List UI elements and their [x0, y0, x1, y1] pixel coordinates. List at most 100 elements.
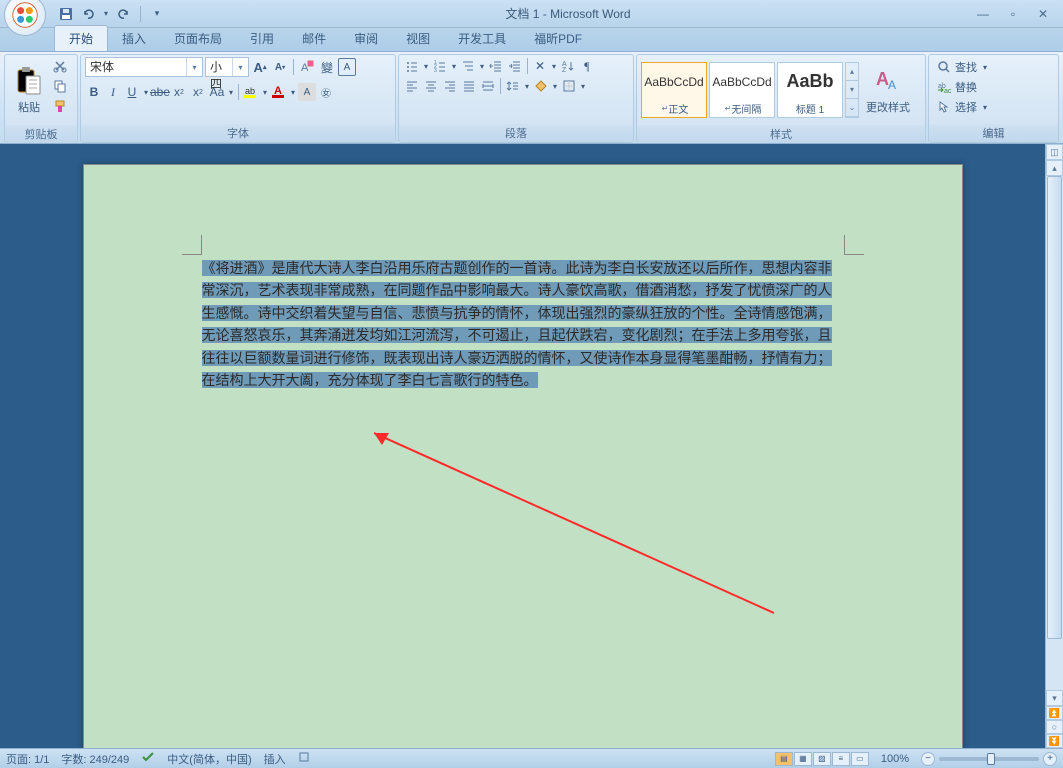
justify-icon[interactable]: [460, 77, 478, 95]
spacing-dropdown-icon[interactable]: ▾: [523, 77, 531, 95]
multilevel-list-icon[interactable]: [459, 57, 477, 75]
asian-dropdown-icon[interactable]: ▾: [550, 57, 558, 75]
underline-dropdown-icon[interactable]: ▾: [142, 83, 150, 101]
tab-mailings[interactable]: 邮件: [288, 26, 340, 51]
page-indicator[interactable]: 页面: 1/1: [6, 751, 49, 767]
increase-indent-icon[interactable]: [506, 57, 524, 75]
document-viewport[interactable]: 《将进酒》是唐代大诗人李白沿用乐府古题创作的一首诗。此诗为李白长安放还以后所作，…: [0, 144, 1045, 748]
character-border-icon[interactable]: A: [338, 58, 356, 76]
align-center-icon[interactable]: [422, 77, 440, 95]
highlight-dropdown-icon[interactable]: ▾: [261, 83, 269, 101]
character-shading-icon[interactable]: A: [298, 83, 316, 101]
gallery-expand-icon[interactable]: ⌄: [846, 99, 858, 117]
find-button[interactable]: 查找 ▾: [933, 57, 1054, 77]
multilevel-dropdown-icon[interactable]: ▾: [478, 57, 486, 75]
next-page-icon[interactable]: ⏬: [1046, 734, 1063, 748]
tab-pagelayout[interactable]: 页面布局: [160, 26, 236, 51]
highlight-icon[interactable]: ab: [242, 83, 260, 101]
outline-view-icon[interactable]: ≡: [832, 752, 850, 766]
save-icon[interactable]: [58, 6, 74, 22]
zoom-out-icon[interactable]: −: [921, 752, 935, 766]
grow-font-icon[interactable]: A▴: [251, 58, 269, 76]
font-color-icon[interactable]: A: [270, 83, 288, 101]
scroll-up-icon[interactable]: ▴: [1046, 160, 1063, 176]
close-button[interactable]: ✕: [1031, 5, 1055, 23]
ruler-toggle-icon[interactable]: ◫: [1046, 144, 1063, 160]
replace-button[interactable]: abac 替换: [933, 77, 1054, 97]
superscript-icon[interactable]: x2: [189, 83, 207, 101]
align-right-icon[interactable]: [441, 77, 459, 95]
tab-review[interactable]: 审阅: [340, 26, 392, 51]
macro-indicator-icon[interactable]: [298, 751, 310, 766]
distribute-icon[interactable]: [479, 77, 497, 95]
style-item-normal[interactable]: AaBbCcDd ↵正文: [641, 62, 707, 118]
proofing-icon[interactable]: [141, 750, 155, 767]
bold-icon[interactable]: B: [85, 83, 103, 101]
align-left-icon[interactable]: [403, 77, 421, 95]
copy-icon[interactable]: [51, 77, 69, 95]
style-item-nospacing[interactable]: AaBbCcDd ↵无间隔: [709, 62, 775, 118]
font-name-combo[interactable]: 宋体▾: [85, 57, 203, 77]
minimize-button[interactable]: —: [971, 5, 995, 23]
word-count[interactable]: 字数: 249/249: [61, 751, 129, 767]
tab-foxitpdf[interactable]: 福昕PDF: [520, 26, 596, 51]
zoom-level[interactable]: 100%: [881, 753, 909, 765]
tab-insert[interactable]: 插入: [108, 26, 160, 51]
borders-dropdown-icon[interactable]: ▾: [579, 77, 587, 95]
scroll-down-icon[interactable]: ▾: [1046, 690, 1063, 706]
maximize-button[interactable]: ▫: [1001, 5, 1025, 23]
line-spacing-icon[interactable]: [504, 77, 522, 95]
fullscreen-reading-view-icon[interactable]: ▦: [794, 752, 812, 766]
tab-home[interactable]: 开始: [54, 25, 108, 51]
tab-references[interactable]: 引用: [236, 26, 288, 51]
numbering-icon[interactable]: 123: [431, 57, 449, 75]
shading-dropdown-icon[interactable]: ▾: [551, 77, 559, 95]
italic-icon[interactable]: I: [104, 83, 122, 101]
document-content[interactable]: 《将进酒》是唐代大诗人李白沿用乐府古题创作的一首诗。此诗为李白长安放还以后所作，…: [202, 257, 844, 391]
scrollbar-thumb[interactable]: [1047, 176, 1062, 639]
web-layout-view-icon[interactable]: ▨: [813, 752, 831, 766]
insert-mode[interactable]: 插入: [264, 751, 286, 767]
scrollbar-track[interactable]: [1046, 176, 1063, 690]
undo-icon[interactable]: [80, 6, 96, 22]
format-painter-icon[interactable]: [51, 97, 69, 115]
redo-icon[interactable]: [116, 6, 132, 22]
undo-dropdown-icon[interactable]: ▾: [102, 6, 110, 22]
enclose-characters-icon[interactable]: ㊛: [317, 83, 335, 101]
language-indicator[interactable]: 中文(简体，中国): [167, 751, 251, 767]
clear-formatting-icon[interactable]: A: [298, 58, 316, 76]
color-dropdown-icon[interactable]: ▾: [289, 83, 297, 101]
decrease-indent-icon[interactable]: [487, 57, 505, 75]
asian-layout-icon[interactable]: ✕: [531, 57, 549, 75]
draft-view-icon[interactable]: ▭: [851, 752, 869, 766]
case-dropdown-icon[interactable]: ▾: [227, 83, 235, 101]
shrink-font-icon[interactable]: A▾: [271, 58, 289, 76]
tab-view[interactable]: 视图: [392, 26, 444, 51]
prev-page-icon[interactable]: ⏫: [1046, 706, 1063, 720]
zoom-in-icon[interactable]: +: [1043, 752, 1057, 766]
scroll-down-icon[interactable]: ▾: [846, 81, 858, 99]
phonetic-guide-icon[interactable]: 變: [318, 58, 336, 76]
change-styles-button[interactable]: AA 更改样式: [861, 57, 915, 123]
shading-icon[interactable]: [532, 77, 550, 95]
scroll-up-icon[interactable]: ▴: [846, 63, 858, 81]
select-button[interactable]: 选择 ▾: [933, 97, 1054, 117]
underline-icon[interactable]: U: [123, 83, 141, 101]
bullets-dropdown-icon[interactable]: ▾: [422, 57, 430, 75]
print-layout-view-icon[interactable]: ▤: [775, 752, 793, 766]
numbering-dropdown-icon[interactable]: ▾: [450, 57, 458, 75]
show-marks-icon[interactable]: ¶: [578, 57, 596, 75]
zoom-slider[interactable]: [939, 757, 1039, 761]
style-item-heading1[interactable]: AaBb 标题 1: [777, 62, 843, 118]
sort-icon[interactable]: AZ: [559, 57, 577, 75]
strikethrough-icon[interactable]: abe: [151, 83, 169, 101]
font-size-combo[interactable]: 小四▾: [205, 57, 249, 77]
qat-customize-icon[interactable]: ▾: [149, 6, 165, 22]
browse-object-icon[interactable]: ○: [1046, 720, 1063, 734]
subscript-icon[interactable]: x2: [170, 83, 188, 101]
tab-developer[interactable]: 开发工具: [444, 26, 520, 51]
bullets-icon[interactable]: [403, 57, 421, 75]
paste-button[interactable]: 粘贴: [9, 57, 49, 123]
cut-icon[interactable]: [51, 57, 69, 75]
borders-icon[interactable]: [560, 77, 578, 95]
